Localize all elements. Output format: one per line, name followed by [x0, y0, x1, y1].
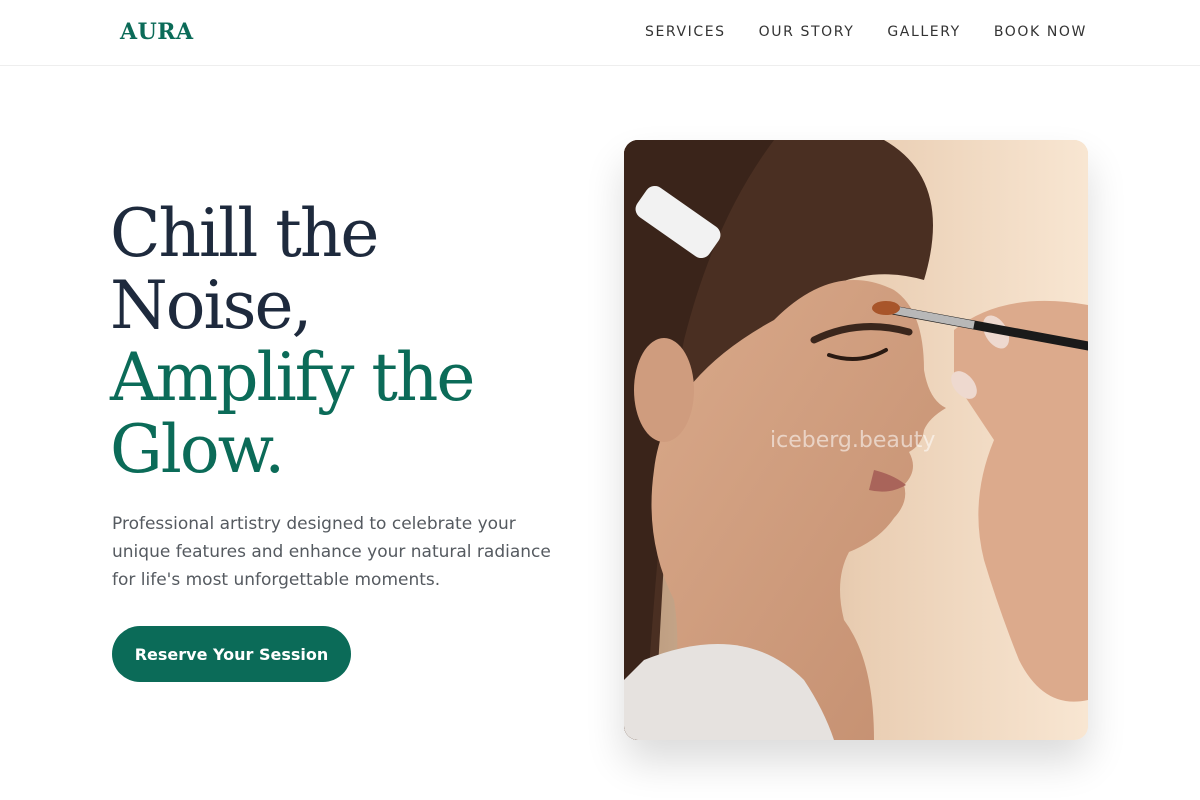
nav-link-book-now[interactable]: BOOK NOW [994, 24, 1087, 40]
hero-description: Professional artistry designed to celebr… [112, 514, 551, 590]
nav-link-services[interactable]: SERVICES [645, 24, 726, 40]
hero-image: iceberg.beauty [624, 140, 1088, 740]
hero-title-line: Noise, [110, 267, 313, 344]
nav-link-our-story[interactable]: OUR STORY [759, 24, 855, 40]
hero-title-line: Chill the [110, 195, 379, 272]
main-nav: SERVICES OUR STORY GALLERY BOOK NOW [645, 24, 1087, 40]
hero-title-accent-line: Glow. [110, 411, 285, 488]
hero-title-accent-line: Amplify the [110, 339, 476, 416]
hero-title: Chill the Noise, Amplify the Glow. [110, 198, 580, 486]
brand-logo[interactable]: AURA [120, 19, 194, 45]
reserve-session-button[interactable]: Reserve Your Session [112, 626, 351, 682]
image-watermark: iceberg.beauty [770, 428, 936, 453]
nav-link-gallery[interactable]: GALLERY [887, 24, 960, 40]
site-header: AURA SERVICES OUR STORY GALLERY BOOK NOW [0, 0, 1200, 66]
